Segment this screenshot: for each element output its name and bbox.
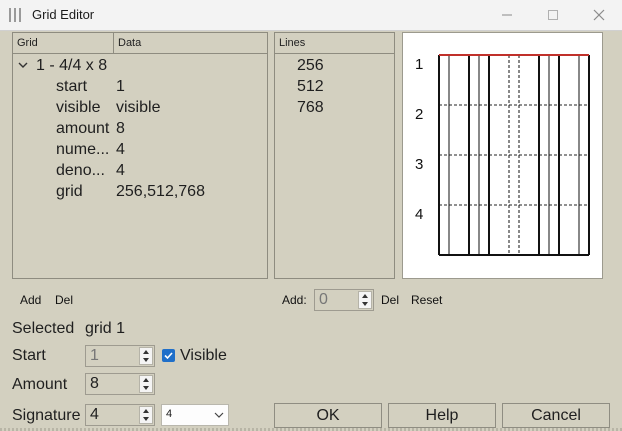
stepper-arrows-icon[interactable] [139,406,153,424]
grid-editor-window: Grid Editor Grid Data 1 - 4/4 x 8 start … [0,0,622,431]
tree-item-value: 1 [116,78,125,95]
preview-row-label: 3 [415,156,423,173]
maximize-icon[interactable] [530,0,576,30]
tree-root-item[interactable]: 1 - 4/4 x 8 [36,55,107,76]
lines-add-stepper[interactable]: 0 [314,289,374,311]
stepper-arrows-icon[interactable] [358,291,372,309]
stepper-arrows-icon[interactable] [139,375,153,393]
tree-del-button[interactable]: Del [55,293,73,307]
denominator-value: 4 [166,408,173,420]
tree-item-value: visible [116,99,161,116]
minimize-icon[interactable] [484,0,530,30]
ok-button[interactable]: OK [274,403,382,428]
app-icon [9,8,22,22]
tree-item-value: 8 [116,120,125,137]
signature-label: Signature [12,407,81,424]
help-button[interactable]: Help [388,403,496,428]
tree-add-button[interactable]: Add [20,293,41,307]
amount-label: Amount [12,376,68,393]
lines-add-value[interactable]: 0 [319,291,328,309]
tree-item-key[interactable]: grid [56,181,83,202]
line-item[interactable]: 256 [297,55,324,76]
signature-numerator-value[interactable]: 4 [90,406,99,424]
line-item[interactable]: 768 [297,97,324,118]
cancel-button[interactable]: Cancel [502,403,610,428]
data-column-header[interactable]: Data [114,33,267,54]
start-value[interactable]: 1 [90,347,99,365]
tree-item-key[interactable]: start [56,76,87,97]
lines-panel[interactable]: Lines 256 512 768 [274,32,395,279]
lines-add-label: Add: [282,293,307,307]
signature-numerator-stepper[interactable]: 4 [85,404,155,426]
tree-item-key[interactable]: amount [56,118,109,139]
line-item[interactable]: 512 [297,76,324,97]
lines-del-button[interactable]: Del [381,293,399,307]
grid-tree-panel[interactable]: Grid Data 1 - 4/4 x 8 start 1 visible vi… [12,32,268,279]
preview-row-label: 2 [415,106,423,123]
grid-column-header[interactable]: Grid [13,33,114,54]
tree-item-value: 4 [116,162,125,179]
start-stepper[interactable]: 1 [85,345,155,367]
preview-row-label: 4 [415,206,423,223]
grid-preview: 1 2 3 4 [402,32,603,279]
chevron-down-icon[interactable] [17,59,29,71]
tree-item-key[interactable]: deno... [56,160,105,181]
title-bar[interactable]: Grid Editor [0,0,622,31]
grid-preview-canvas: 1 2 3 4 [415,54,590,256]
selected-label: Selected [12,320,75,337]
visible-checkbox[interactable] [162,349,175,362]
tree-item-value: 4 [116,141,125,158]
selected-value: grid 1 [85,320,126,337]
lines-column-header[interactable]: Lines [275,33,394,54]
chevron-down-icon [214,412,224,418]
amount-stepper[interactable]: 8 [85,373,155,395]
stepper-arrows-icon[interactable] [139,347,153,365]
tree-item-key[interactable]: nume... [56,139,109,160]
amount-value[interactable]: 8 [90,375,99,393]
tree-item-value: 256,512,768 [116,183,205,200]
close-icon[interactable] [576,0,622,30]
signature-denominator-select[interactable]: 4 [161,404,229,426]
tree-item-key[interactable]: visible [56,97,100,118]
preview-row-label: 1 [415,56,423,73]
lines-reset-button[interactable]: Reset [411,293,442,307]
window-title: Grid Editor [32,7,95,22]
visible-label[interactable]: Visible [180,347,227,365]
start-label: Start [12,347,46,364]
checkmark-icon [164,352,173,360]
